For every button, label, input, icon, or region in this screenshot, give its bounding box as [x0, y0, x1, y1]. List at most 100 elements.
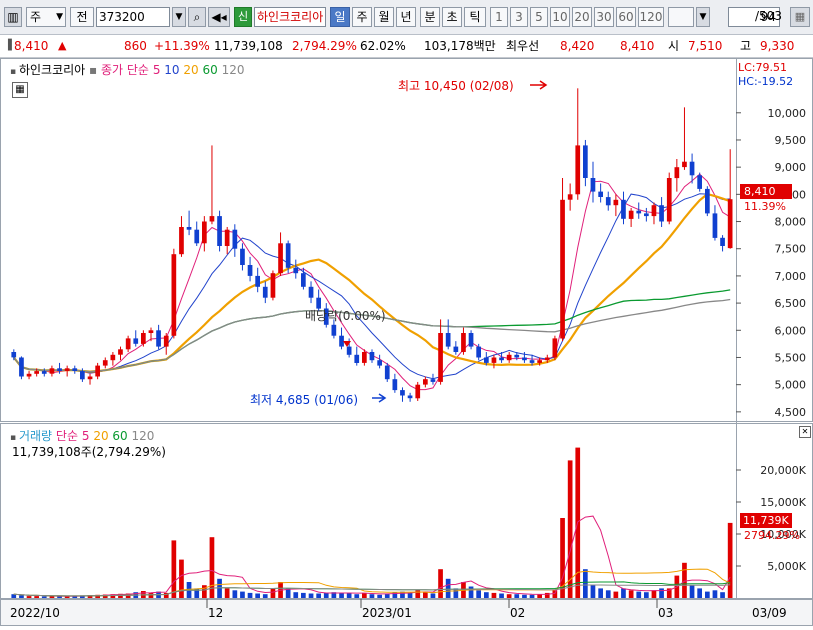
interval-120-button[interactable]: 120 — [638, 7, 664, 27]
search-icon[interactable]: ⌕ — [188, 7, 206, 27]
table-toggle-icon[interactable]: ▦ — [12, 82, 28, 98]
candle-body — [644, 213, 649, 217]
candle-body — [26, 373, 32, 377]
volume-bar — [217, 578, 222, 598]
current-price: 8,410 — [14, 39, 49, 53]
volume-bar — [499, 593, 504, 598]
volume-bar — [247, 592, 253, 598]
chart-area[interactable]: 10,0009,5009,0008,5008,0007,5007,0006,50… — [0, 58, 813, 627]
volume-bar — [506, 594, 512, 598]
candle-body — [301, 273, 306, 287]
settings-grid-icon[interactable]: ▦ — [790, 7, 810, 27]
chart-stock-name: 하인크코리아 — [18, 63, 86, 77]
candle-body — [232, 229, 238, 249]
candle-body — [636, 210, 642, 214]
market-select[interactable]: 주 ▼ — [26, 7, 66, 27]
volume-tag: 11,739K — [740, 513, 792, 528]
candle-body — [392, 379, 398, 391]
ex-dividend-marker-icon — [343, 341, 351, 347]
volume-bar — [179, 559, 184, 598]
candle-body — [506, 354, 512, 361]
interval-1-button[interactable]: 1 — [490, 7, 508, 27]
vol-ma-120-label: 120 — [131, 429, 155, 443]
stock-name-field: 하인크코리아 — [254, 7, 326, 27]
volume-bar — [202, 585, 207, 598]
candle-body — [224, 229, 230, 246]
candle-body — [247, 265, 253, 276]
code-dropdown-icon[interactable]: ▼ — [172, 7, 186, 27]
interval-dropdown-icon[interactable]: ▼ — [696, 7, 710, 27]
period-month-tab[interactable]: 월 — [374, 7, 394, 27]
close-pane-icon[interactable]: ✕ — [799, 426, 811, 438]
candle-body — [583, 145, 588, 178]
candle-body — [57, 368, 62, 371]
candle-body — [171, 254, 177, 336]
period-week-tab[interactable]: 주 — [352, 7, 372, 27]
pane-toggle-icon[interactable]: ▪ — [10, 67, 19, 77]
ma-10-label: 10 — [164, 63, 180, 77]
interval-10-button[interactable]: 10 — [550, 7, 570, 27]
candle-body — [575, 145, 581, 195]
volume-bar — [293, 592, 299, 598]
price-tick-label: 7,000 — [775, 270, 807, 283]
period-minute-tab[interactable]: 분 — [420, 7, 440, 27]
stock-code-input[interactable]: 373200 — [96, 7, 170, 27]
interval-custom-input[interactable] — [668, 7, 694, 27]
quote-menu-icon[interactable]: ▐ — [4, 35, 12, 57]
candle-body — [453, 346, 459, 352]
volume-bar — [316, 593, 321, 598]
interval-20-button[interactable]: 20 — [572, 7, 592, 27]
candle-body — [49, 368, 55, 374]
speaker-icon[interactable]: ◀◂ — [208, 7, 230, 27]
volume-bar — [621, 588, 626, 598]
stock-chart-svg[interactable]: 10,0009,5009,0008,5008,0007,5007,0006,50… — [0, 58, 813, 627]
candle-body — [270, 273, 276, 298]
interval-3-button[interactable]: 3 — [510, 7, 528, 27]
volume-bar — [262, 594, 268, 598]
candle-body — [445, 333, 451, 347]
candle-body — [529, 360, 535, 363]
candle-body — [621, 199, 626, 219]
date-label-current: 03/09 — [752, 606, 787, 620]
candle-body — [682, 161, 687, 168]
period-day-tab[interactable]: 일 — [330, 7, 350, 27]
volume-bar — [484, 592, 489, 598]
candle-body — [148, 330, 154, 333]
volume-bar — [415, 590, 421, 598]
candle-body — [522, 357, 527, 361]
interval-60-button[interactable]: 60 — [616, 7, 636, 27]
price-tick-label: 9,500 — [775, 134, 807, 147]
volume-bar — [697, 588, 702, 598]
volume-rate-tag: 2794.29% — [744, 529, 800, 542]
volume-bar — [522, 594, 527, 598]
interval-30-button[interactable]: 30 — [594, 7, 614, 27]
date-label-oct: 2022/10 — [10, 606, 60, 620]
candle-body — [354, 354, 360, 363]
volume-bar — [354, 594, 360, 598]
volume-bar — [240, 591, 245, 598]
period-tick-tab[interactable]: 틱 — [464, 7, 486, 27]
candle-body — [118, 349, 123, 355]
candle-body — [87, 376, 93, 380]
sin-badge[interactable]: 신 — [234, 7, 252, 27]
low-arrow-icon — [372, 393, 387, 403]
best-bid-label: 최우선 — [506, 39, 540, 53]
high-arrow-icon — [530, 80, 548, 90]
jeon-button[interactable]: 전 — [70, 7, 94, 27]
chart-menu-icon[interactable]: ▥ — [4, 7, 22, 27]
price-tick-label: 6,500 — [775, 297, 807, 310]
volume-tick-label: 20,000K — [760, 464, 806, 477]
candle-body — [567, 194, 573, 200]
volume-bar — [491, 592, 497, 598]
interval-5-button[interactable]: 5 — [530, 7, 548, 27]
candle-body — [209, 216, 215, 222]
high-price: 9,330 — [760, 39, 795, 53]
volume-bar — [720, 592, 725, 598]
hc-value: HC:-19.52 — [738, 75, 794, 88]
period-second-tab[interactable]: 초 — [442, 7, 462, 27]
volume-pane-toggle-icon[interactable]: ▪ — [10, 433, 19, 443]
volume-tick-label: 5,000K — [767, 560, 806, 573]
period-year-tab[interactable]: 년 — [396, 7, 416, 27]
candle-body — [202, 221, 207, 244]
candle-body — [255, 275, 260, 287]
